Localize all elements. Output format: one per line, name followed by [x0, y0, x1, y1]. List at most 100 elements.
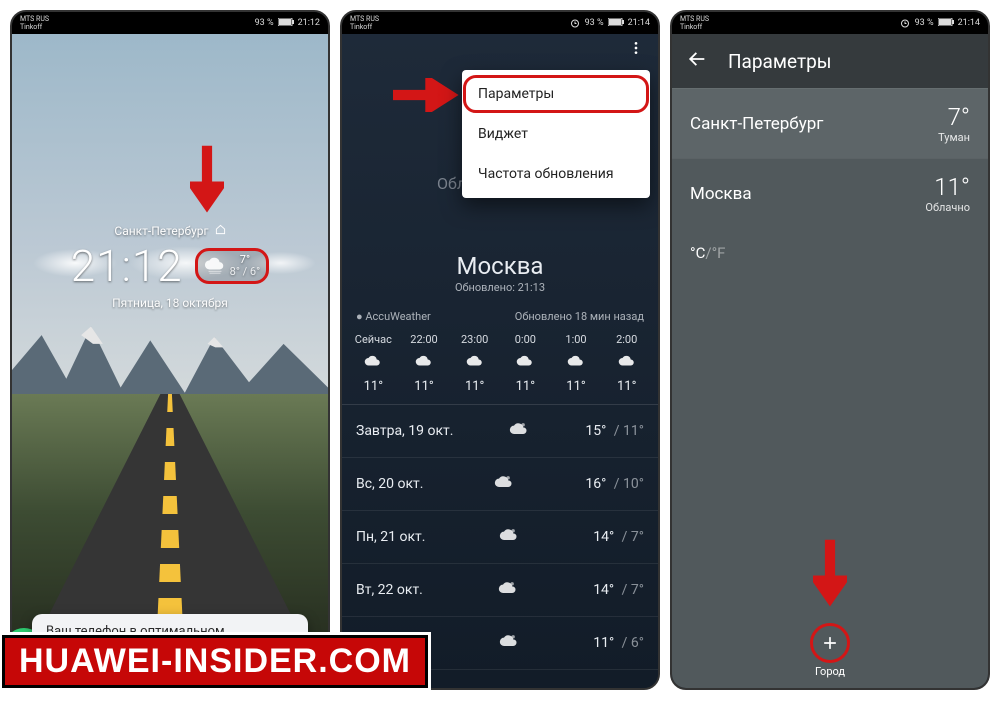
daily-lo: / 10° [610, 476, 644, 492]
hourly-column: 22:0011° [399, 333, 450, 394]
daily-lo: / 7° [618, 529, 644, 545]
back-icon[interactable] [686, 48, 708, 75]
status-time: 21:14 [958, 19, 980, 28]
unit-toggle[interactable]: °C/°F [672, 228, 988, 278]
hourly-forecast[interactable]: Сейчас11°22:0011°23:0011°0:0011°1:0011°2… [342, 329, 658, 405]
city-condition: Туман [938, 131, 970, 144]
weather-updated: Обновлено: 21:13 [342, 281, 658, 294]
battery-icon [278, 18, 294, 27]
provider-updated: Обновлено 18 мин назад [515, 310, 644, 323]
battery-label: 93 % [585, 19, 604, 28]
cloud-icon [348, 346, 399, 379]
city-condition: Облачно [925, 201, 970, 214]
hourly-temp: 11° [551, 379, 602, 394]
status-bar: MTS RUS Tinkoff 93 % 21:12 [12, 12, 328, 34]
settings-header: Параметры [672, 34, 988, 88]
city-temp: 7° [938, 103, 970, 131]
lockscreen-weather-widget[interactable]: Санкт-Петербург 21:12 7° 8° / 6° Пятн [12, 224, 328, 310]
hourly-temp: 11° [601, 379, 652, 394]
daily-lo: / 11° [610, 423, 644, 439]
cloud-icon [204, 253, 226, 279]
menu-label: Частота обновления [478, 166, 614, 182]
annotation-arrow-icon [190, 144, 224, 224]
status-time: 21:14 [628, 19, 650, 28]
daily-label: Вт, 22 окт. [356, 582, 423, 598]
daily-row[interactable]: Вт, 22 окт. 14° / 7° [342, 564, 658, 617]
unit-celsius: °C [690, 244, 705, 262]
city-row[interactable]: Санкт-Петербург 7°Туман [672, 88, 988, 158]
hourly-temp: 11° [348, 379, 399, 394]
daily-hi: 14° [593, 529, 614, 545]
menu-item-widget[interactable]: Виджет [462, 114, 650, 154]
add-city-label: Город [815, 665, 845, 678]
cloud-icon [498, 578, 518, 602]
phone-screen-2: MTS RUS Tinkoff 93 % 21:14 Облачно Парам… [340, 10, 660, 690]
daily-temps: 14° / 7° [593, 582, 644, 598]
hourly-time: 1:00 [551, 333, 602, 346]
cloud-icon [500, 346, 551, 379]
menu-item-refresh[interactable]: Частота обновления [462, 154, 650, 194]
cloud-icon [499, 631, 519, 655]
hourly-column: Сейчас 11° [348, 333, 399, 394]
city-row[interactable]: Москва11°Облачно [672, 158, 988, 228]
cloud-icon [551, 346, 602, 379]
settings-screen: Параметры Санкт-Петербург 7°Туман Москва11… [672, 34, 988, 688]
provider-name: AccuWeather [365, 310, 430, 323]
hourly-time: 23:00 [449, 333, 500, 346]
cloud-icon [499, 525, 519, 549]
kebab-menu-icon[interactable] [628, 40, 644, 60]
hourly-time: 2:00 [601, 333, 652, 346]
battery-label: 93 % [255, 19, 274, 28]
daily-lo: / 7° [618, 582, 644, 598]
hourly-column: 0:0011° [500, 333, 551, 394]
menu-item-parameters[interactable]: Параметры [462, 74, 650, 114]
alarm-icon [899, 17, 911, 29]
phone-screen-1: MTS RUS Tinkoff 93 % 21:12 [10, 10, 330, 690]
status-bar: MTS RUS Tinkoff 93 % 21:14 [342, 12, 658, 34]
carrier-label: MTS RUS [680, 15, 709, 23]
carrier-label: MTS RUS [20, 15, 49, 23]
cloud-icon [399, 346, 450, 379]
widget-weather-highlight[interactable]: 7° 8° / 6° [195, 248, 270, 284]
battery-label: 93 % [915, 19, 934, 28]
cloud-icon [449, 346, 500, 379]
provider-row: ● AccuWeather Обновлено 18 мин назад [342, 294, 658, 329]
unit-fahrenheit: °F [712, 244, 726, 262]
widget-hilow: 8° / 6° [230, 266, 261, 278]
carrier-label: MTS RUS [350, 15, 379, 23]
hourly-temp: 11° [500, 379, 551, 394]
city-name: Санкт-Петербург [690, 114, 823, 134]
hourly-temp: 11° [449, 379, 500, 394]
weather-city: Москва [342, 252, 658, 280]
weather-app: Облачно Параметры Виджет Частота обновле… [342, 34, 658, 688]
daily-row[interactable]: Пн, 21 окт.14° / 7° [342, 511, 658, 564]
daily-temps: 14° / 7° [593, 529, 644, 545]
carrier-extra: Tinkoff [20, 23, 49, 31]
battery-icon [938, 18, 954, 27]
lockscreen-wallpaper: Санкт-Петербург 21:12 7° 8° / 6° Пятн [12, 34, 328, 688]
phone-screen-3: MTS RUS Tinkoff 93 % 21:14 Параметры Сан… [670, 10, 990, 690]
city-temp: 11° [925, 173, 970, 201]
daily-label: Вс, 20 окт. [356, 476, 423, 492]
add-city-button[interactable]: Город [810, 623, 850, 678]
daily-hi: 15° [585, 423, 606, 439]
widget-city: Санкт-Петербург [114, 224, 208, 238]
annotation-arrow-icon [813, 538, 847, 618]
alarm-icon [569, 17, 581, 29]
cloud-icon [509, 419, 529, 443]
status-time: 21:12 [298, 19, 320, 28]
hourly-column: 2:00 11° [601, 333, 652, 394]
settings-title: Параметры [728, 50, 832, 73]
hourly-temp: 11° [399, 379, 450, 394]
daily-row[interactable]: Завтра, 19 окт.15° / 11° [342, 405, 658, 458]
battery-icon [608, 18, 624, 27]
daily-forecast[interactable]: Завтра, 19 окт.15° / 11° Вс, 20 окт. 16° /… [342, 405, 658, 670]
daily-hi: 16° [585, 476, 606, 492]
status-bar: MTS RUS Tinkoff 93 % 21:14 [672, 12, 988, 34]
daily-row[interactable]: Вс, 20 окт. 16° / 10° [342, 458, 658, 511]
plus-icon-circle [810, 623, 850, 663]
daily-temps: 11° / 6° [593, 635, 644, 651]
hourly-time: Сейчас [348, 333, 399, 346]
watermark-label: HUAWEI-INSIDER.COM [2, 635, 428, 688]
carrier-extra: Tinkoff [680, 23, 709, 31]
